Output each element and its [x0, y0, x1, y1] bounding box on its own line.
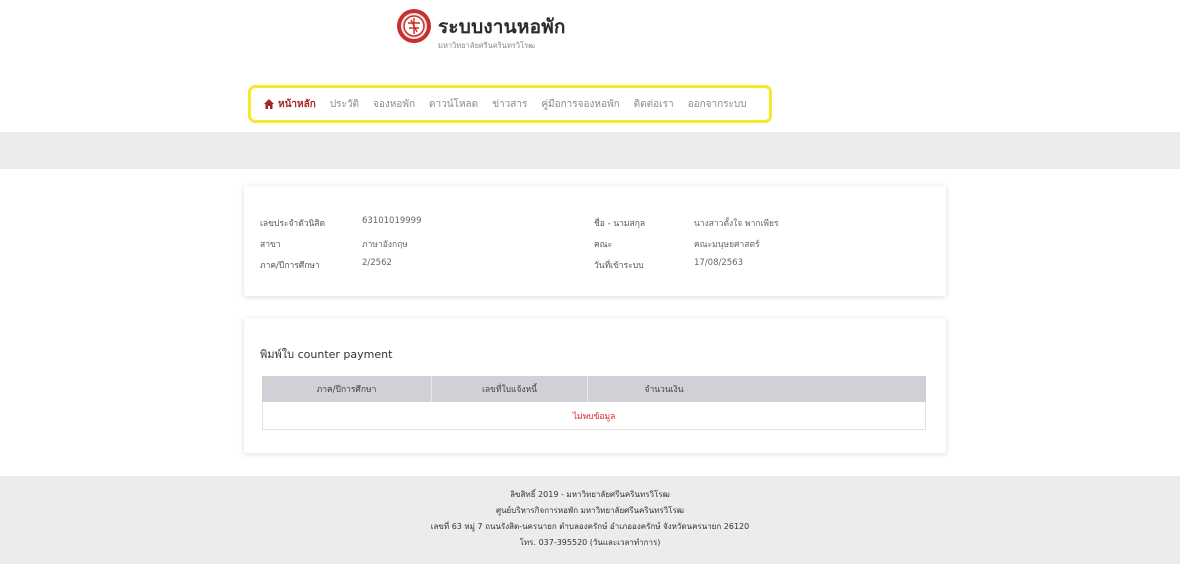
- payment-title: พิมพ์ใบ counter payment: [260, 348, 393, 361]
- footer-copyright: ลิขสิทธิ์ 2019 - มหาวิทยาลัยศรีนครินทรวิ…: [510, 490, 670, 499]
- major-value: ภาษาอังกฤษ: [362, 240, 408, 250]
- footer-address: เลขที่ 63 หมู่ 7 ถนนรังสิต-นครนายก ตำบลอ…: [430, 522, 750, 531]
- student-info-card: เลขประจำตัวนิสิต 63101019999 สาขา ภาษาอั…: [244, 186, 946, 296]
- site-header: ระบบงานหอพัก มหาวิทยาลัยศรีนครินทรวิโรฒ …: [0, 0, 1180, 132]
- nav-booking[interactable]: จองหอพัก: [373, 97, 415, 112]
- nav-download[interactable]: ดาวน์โหลด: [429, 97, 478, 112]
- nav-home-label: หน้าหลัก: [278, 98, 316, 110]
- nav-news[interactable]: ข่าวสาร: [492, 97, 527, 112]
- major-label: สาขา: [260, 240, 281, 250]
- nav-contact[interactable]: ติดต่อเรา: [634, 97, 674, 112]
- site-footer: ลิขสิทธิ์ 2019 - มหาวิทยาลัยศรีนครินทรวิ…: [0, 476, 1180, 564]
- nav-history[interactable]: ประวัติ: [330, 97, 359, 112]
- term-label: ภาค/ปีการศึกษา: [260, 261, 320, 271]
- main-nav: หน้าหลัก ประวัติ จองหอพัก ดาวน์โหลด ข่าว…: [248, 85, 772, 123]
- col-term: ภาค/ปีการศึกษา: [262, 376, 432, 402]
- university-logo-icon[interactable]: [396, 8, 432, 44]
- gray-band: [0, 132, 1180, 169]
- footer-phone: โทร. 037-395520 (วันและเวลาทำการ): [519, 538, 661, 547]
- site-title[interactable]: ระบบงานหอพัก: [438, 12, 566, 42]
- name-value: นางสาวตั้งใจ พากเพียร: [694, 219, 779, 229]
- table-row: ไม่พบข้อมูล: [262, 402, 926, 430]
- student-id-value: 63101019999: [362, 216, 422, 226]
- nav-manual[interactable]: คู่มือการจองหอพัก: [541, 97, 619, 112]
- home-icon: [264, 99, 274, 109]
- payment-table-header: ภาค/ปีการศึกษา เลขที่ใบแจ้งหนี้ จำนวนเงิ…: [262, 376, 926, 402]
- col-invoice: เลขที่ใบแจ้งหนี้: [432, 376, 588, 402]
- term-value: 2/2562: [362, 258, 392, 268]
- faculty-value: คณะมนุษยศาสตร์: [694, 240, 760, 250]
- payment-card: พิมพ์ใบ counter payment ภาค/ปีการศึกษา เ…: [244, 318, 946, 453]
- nav-home[interactable]: หน้าหลัก: [263, 97, 316, 112]
- empty-message: ไม่พบข้อมูล: [572, 411, 616, 422]
- col-amount: จำนวนเงิน: [644, 385, 684, 395]
- nav-logout[interactable]: ออกจากระบบ: [688, 97, 747, 112]
- name-label: ชื่อ - นามสกุล: [594, 219, 646, 229]
- student-id-label: เลขประจำตัวนิสิต: [260, 219, 326, 229]
- footer-org: ศูนย์บริหารกิจการหอพัก มหาวิทยาลัยศรีนคร…: [496, 506, 684, 515]
- login-date-value: 17/08/2563: [694, 258, 743, 268]
- login-date-label: วันที่เข้าระบบ: [594, 261, 644, 271]
- faculty-label: คณะ: [594, 240, 613, 250]
- site-subtitle: มหาวิทยาลัยศรีนครินทรวิโรฒ: [438, 41, 535, 50]
